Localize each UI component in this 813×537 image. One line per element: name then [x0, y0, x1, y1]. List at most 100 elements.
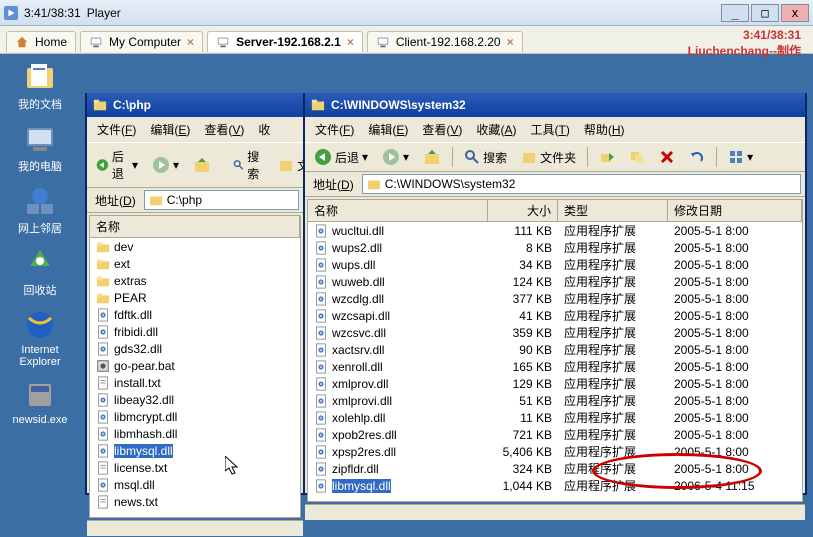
file-row[interactable]: gds32.dll	[90, 340, 300, 357]
address-input[interactable]: C:\WINDOWS\system32	[362, 174, 801, 194]
desktop-network[interactable]: 网上邻居	[0, 184, 80, 236]
file-row[interactable]: extras	[90, 272, 300, 289]
menu-edit[interactable]: 编辑(E)	[144, 119, 196, 140]
column-date[interactable]: 修改日期	[668, 200, 802, 222]
file-row[interactable]: wzcsapi.dll41 KB应用程序扩展2005-5-1 8:00	[308, 307, 802, 324]
desktop-mydocs[interactable]: 我的文档	[0, 60, 80, 112]
close-button[interactable]: x	[781, 4, 809, 22]
tab-close-icon[interactable]: ×	[347, 35, 354, 49]
desktop-recycle[interactable]: 回收站	[0, 246, 80, 298]
file-row[interactable]: ext	[90, 255, 300, 272]
up-button[interactable]	[418, 145, 446, 169]
forward-button[interactable]: ▾	[377, 145, 414, 169]
menu-file[interactable]: 文件(F)	[91, 119, 142, 140]
minimize-button[interactable]: _	[721, 4, 749, 22]
file-row[interactable]: PEAR	[90, 289, 300, 306]
file-row[interactable]: libmysql.dll1,044 KB应用程序扩展2006-5-4 11:15	[308, 477, 802, 494]
desktop-mycomputer[interactable]: 我的电脑	[0, 122, 80, 174]
tab-close-icon[interactable]: ×	[507, 35, 514, 49]
tab-home[interactable]: Home	[6, 31, 76, 52]
file-row[interactable]: libmcrypt.dll	[90, 408, 300, 425]
file-row[interactable]: xpsp2res.dll5,406 KB应用程序扩展2005-5-1 8:00	[308, 443, 802, 460]
desktop-ie[interactable]: Internet Explorer	[0, 308, 80, 368]
folders-button[interactable]: 文件夹	[516, 146, 581, 169]
file-row[interactable]: install.txt	[90, 374, 300, 391]
tab-mycomputer[interactable]: My Computer ×	[80, 31, 203, 52]
menu-tools[interactable]: 工具(T)	[524, 119, 575, 140]
tab-close-icon[interactable]: ×	[187, 35, 194, 49]
menu-edit[interactable]: 编辑(E)	[362, 119, 414, 140]
file-row[interactable]: go-pear.bat	[90, 357, 300, 374]
scrollbar-horizontal[interactable]	[87, 520, 303, 536]
file-row[interactable]: libmysql.dll	[90, 442, 300, 459]
dll-icon	[314, 292, 328, 306]
menu-fav[interactable]: 收藏(A)	[470, 119, 522, 140]
file-row[interactable]: wzcdlg.dll377 KB应用程序扩展2005-5-1 8:00	[308, 290, 802, 307]
column-name[interactable]: 名称	[90, 216, 300, 238]
file-type: 应用程序扩展	[558, 392, 668, 409]
menu-file[interactable]: 文件(F)	[309, 119, 360, 140]
search-button[interactable]: 搜索	[459, 146, 512, 169]
maximize-button[interactable]: □	[751, 4, 779, 22]
explorer-titlebar[interactable]: C:\php	[87, 93, 303, 117]
file-row[interactable]: zipfldr.dll324 KB应用程序扩展2005-5-1 8:00	[308, 460, 802, 477]
file-row[interactable]: license.txt	[90, 459, 300, 476]
file-row[interactable]: xactsrv.dll90 KB应用程序扩展2005-5-1 8:00	[308, 341, 802, 358]
file-row[interactable]: fribidi.dll	[90, 323, 300, 340]
file-name: wzcsapi.dll	[332, 309, 390, 323]
menu-view[interactable]: 查看(V)	[198, 119, 250, 140]
tab-client-label: Client-192.168.2.20	[396, 35, 501, 49]
back-button[interactable]: 后退 ▾	[91, 145, 143, 185]
file-name: libmysql.dll	[114, 444, 173, 458]
move-to-button[interactable]	[594, 146, 620, 168]
file-row[interactable]: xmlprov.dll129 KB应用程序扩展2005-5-1 8:00	[308, 375, 802, 392]
file-row[interactable]: wzcsvc.dll359 KB应用程序扩展2005-5-1 8:00	[308, 324, 802, 341]
file-row[interactable]: wuweb.dll124 KB应用程序扩展2005-5-1 8:00	[308, 273, 802, 290]
file-row[interactable]: fdftk.dll	[90, 306, 300, 323]
file-size: 51 KB	[488, 394, 558, 408]
up-button[interactable]	[188, 153, 216, 177]
column-type[interactable]: 类型	[558, 200, 668, 222]
file-size: 129 KB	[488, 377, 558, 391]
app-icon	[4, 6, 18, 20]
undo-button[interactable]	[684, 146, 710, 168]
delete-button[interactable]	[654, 146, 680, 168]
tab-client[interactable]: Client-192.168.2.20 ×	[367, 31, 523, 52]
file-row[interactable]: xolehlp.dll11 KB应用程序扩展2005-5-1 8:00	[308, 409, 802, 426]
views-button[interactable]: ▾	[723, 146, 758, 168]
file-list[interactable]: 名称 大小 类型 修改日期 wucltui.dll111 KB应用程序扩展200…	[307, 199, 803, 502]
file-list[interactable]: 名称 devextextrasPEARfdftk.dllfribidi.dllg…	[89, 215, 301, 518]
file-row[interactable]: xpob2res.dll721 KB应用程序扩展2005-5-1 8:00	[308, 426, 802, 443]
file-row[interactable]: libmhash.dll	[90, 425, 300, 442]
scrollbar-horizontal[interactable]	[305, 504, 805, 520]
explorer-titlebar[interactable]: C:\WINDOWS\system32	[305, 93, 805, 117]
txt-icon	[96, 376, 110, 390]
file-row[interactable]: dev	[90, 238, 300, 255]
tab-server[interactable]: Server-192.168.2.1 ×	[207, 31, 363, 52]
file-row[interactable]: libeay32.dll	[90, 391, 300, 408]
address-input[interactable]: C:\php	[144, 190, 299, 210]
column-size[interactable]: 大小	[488, 200, 558, 222]
file-row[interactable]: msql.dll	[90, 476, 300, 493]
file-size: 90 KB	[488, 343, 558, 357]
back-button[interactable]: 后退 ▾	[309, 145, 373, 169]
search-button[interactable]: 搜索	[228, 145, 269, 185]
icon-label: Internet Explorer	[0, 344, 80, 368]
address-path: C:\php	[167, 193, 202, 207]
menu-fav[interactable]: 收	[252, 119, 276, 140]
menu-view[interactable]: 查看(V)	[416, 119, 468, 140]
menu-help[interactable]: 帮助(H)	[578, 119, 631, 140]
file-date: 2005-5-1 8:00	[668, 462, 802, 476]
copy-to-button[interactable]	[624, 146, 650, 168]
column-name[interactable]: 名称	[308, 200, 488, 222]
forward-button[interactable]: ▾	[147, 153, 184, 177]
file-row[interactable]: news.txt	[90, 493, 300, 510]
txt-icon	[96, 495, 110, 509]
file-row[interactable]: xenroll.dll165 KB应用程序扩展2005-5-1 8:00	[308, 358, 802, 375]
desktop-newsid[interactable]: newsid.exe	[0, 378, 80, 426]
file-row[interactable]: wups2.dll8 KB应用程序扩展2005-5-1 8:00	[308, 239, 802, 256]
file-row[interactable]: xmlprovi.dll51 KB应用程序扩展2005-5-1 8:00	[308, 392, 802, 409]
file-row[interactable]: wucltui.dll111 KB应用程序扩展2005-5-1 8:00	[308, 222, 802, 239]
file-row[interactable]: wups.dll34 KB应用程序扩展2005-5-1 8:00	[308, 256, 802, 273]
dll-icon	[314, 241, 328, 255]
